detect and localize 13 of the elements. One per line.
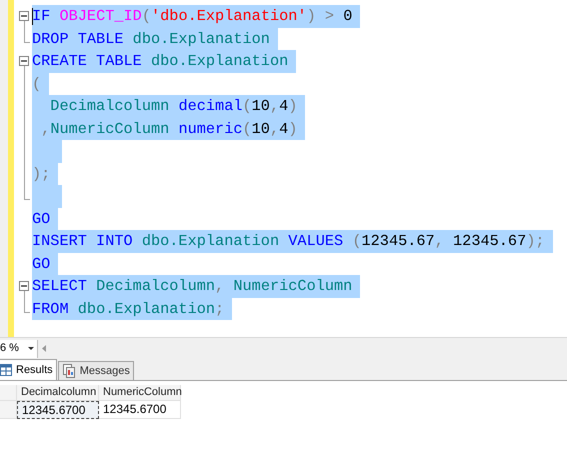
grid-icon: [0, 364, 12, 376]
result-tab[interactable]: Results: [0, 359, 57, 380]
column-header[interactable]: Decimalcolumn: [17, 385, 99, 401]
table-cell[interactable]: 12345.6700: [99, 401, 181, 419]
document-icon: [62, 364, 76, 378]
collapse-icon[interactable]: [19, 56, 29, 66]
zoom-dropdown[interactable]: 6 %: [0, 340, 38, 358]
table-cell[interactable]: 12345.6700: [17, 401, 99, 419]
caret-down-icon: [28, 346, 34, 350]
collapse-icon[interactable]: [19, 11, 29, 21]
column-header[interactable]: NumericColumn: [99, 385, 181, 401]
result-tab[interactable]: Messages: [58, 361, 134, 380]
collapse-icon[interactable]: [19, 281, 29, 291]
